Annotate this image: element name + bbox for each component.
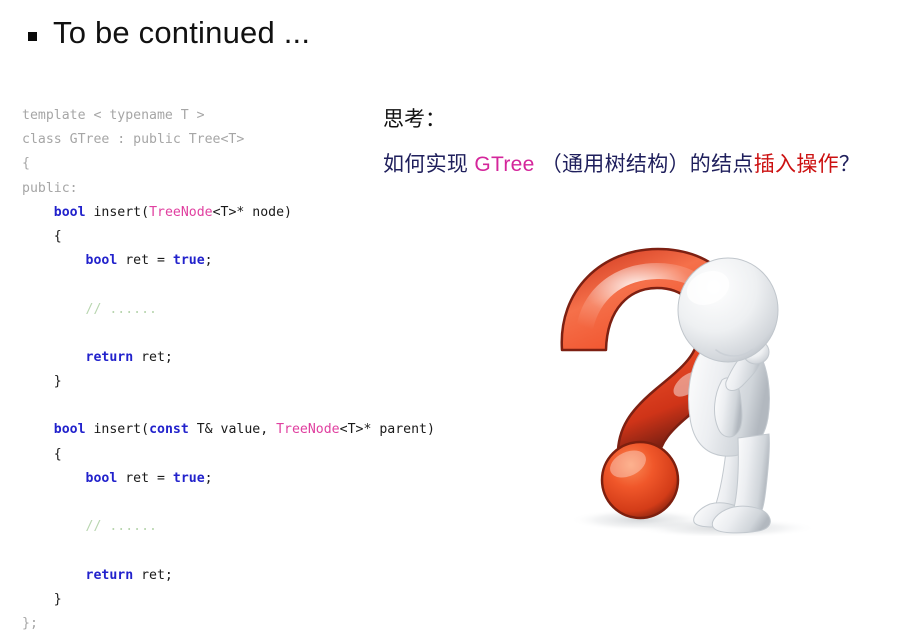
code-token: ; bbox=[204, 253, 213, 269]
bullet-square-icon bbox=[28, 31, 37, 41]
code-line: bool insert(const T& value, TreeNode<T>*… bbox=[22, 418, 435, 442]
code-token: class GTree : public Tree<T> bbox=[22, 132, 245, 148]
code-token: { bbox=[22, 156, 30, 172]
code-token: public: bbox=[22, 180, 78, 196]
code-token: bool bbox=[53, 422, 86, 438]
code-line: } bbox=[22, 588, 435, 612]
code-token: ret = bbox=[117, 470, 173, 486]
code-line: { bbox=[22, 443, 435, 467]
question-segment: ？ bbox=[838, 153, 861, 176]
code-token: TreeNode bbox=[149, 204, 213, 220]
code-token: ret; bbox=[133, 349, 173, 365]
code-token: }; bbox=[22, 615, 38, 631]
code-token: bool bbox=[85, 253, 118, 269]
code-token: } bbox=[22, 591, 62, 607]
code-line: { bbox=[22, 225, 435, 249]
code-token: true bbox=[172, 470, 205, 486]
code-token: template < typename T > bbox=[22, 108, 205, 123]
question-segment: （通用树结构）的结点 bbox=[534, 153, 754, 176]
code-line: class GTree : public Tree<T> bbox=[22, 128, 435, 152]
think-label: 思考： bbox=[383, 108, 446, 131]
slide-title-row: To be continued ... bbox=[28, 15, 311, 50]
code-token: insert( bbox=[85, 204, 150, 220]
code-line: return ret; bbox=[22, 346, 435, 370]
code-token: ret; bbox=[133, 567, 173, 583]
code-token: ret = bbox=[117, 253, 173, 269]
code-token: return bbox=[85, 349, 134, 365]
code-line: bool ret = true; bbox=[22, 467, 435, 491]
code-token: true bbox=[172, 253, 205, 269]
question-segment: 插入操作 bbox=[753, 153, 839, 176]
code-token: <T>* parent) bbox=[339, 422, 435, 438]
code-token: bool bbox=[85, 470, 118, 486]
code-token: } bbox=[22, 374, 62, 390]
code-line: { bbox=[22, 152, 435, 176]
code-token: return bbox=[85, 567, 134, 583]
code-line: template < typename T > bbox=[22, 104, 435, 128]
code-token: ; bbox=[204, 470, 213, 486]
code-line: bool insert(TreeNode<T>* node) bbox=[22, 201, 435, 225]
code-line: return ret; bbox=[22, 564, 435, 588]
question-segment: 如何实现 bbox=[383, 153, 475, 176]
code-block: template < typename T > class GTree : pub… bbox=[22, 104, 435, 636]
code-line: } bbox=[22, 370, 435, 394]
code-token: // ...... bbox=[85, 301, 157, 317]
question-segment: GTree bbox=[474, 153, 535, 176]
thinking-figure-question-mark-illustration bbox=[540, 232, 914, 536]
code-line: // ...... bbox=[22, 298, 435, 322]
code-token: bool bbox=[53, 204, 86, 220]
code-token: { bbox=[22, 228, 62, 244]
code-line: }; bbox=[22, 612, 435, 636]
code-token: <T>* node) bbox=[212, 204, 292, 220]
question-line: 如何实现 GTree （通用树结构）的结点插入操作？ bbox=[383, 148, 860, 178]
code-line: bool ret = true; bbox=[22, 249, 435, 273]
code-token: T& value, bbox=[188, 422, 277, 438]
code-token: // ...... bbox=[85, 519, 157, 535]
code-token: { bbox=[22, 446, 62, 462]
figure-head bbox=[677, 257, 779, 363]
code-line: public: bbox=[22, 177, 435, 201]
page-title: To be continued ... bbox=[53, 15, 311, 50]
code-token: TreeNode bbox=[276, 422, 340, 438]
code-token: insert( bbox=[85, 422, 150, 438]
code-token: const bbox=[149, 422, 189, 438]
